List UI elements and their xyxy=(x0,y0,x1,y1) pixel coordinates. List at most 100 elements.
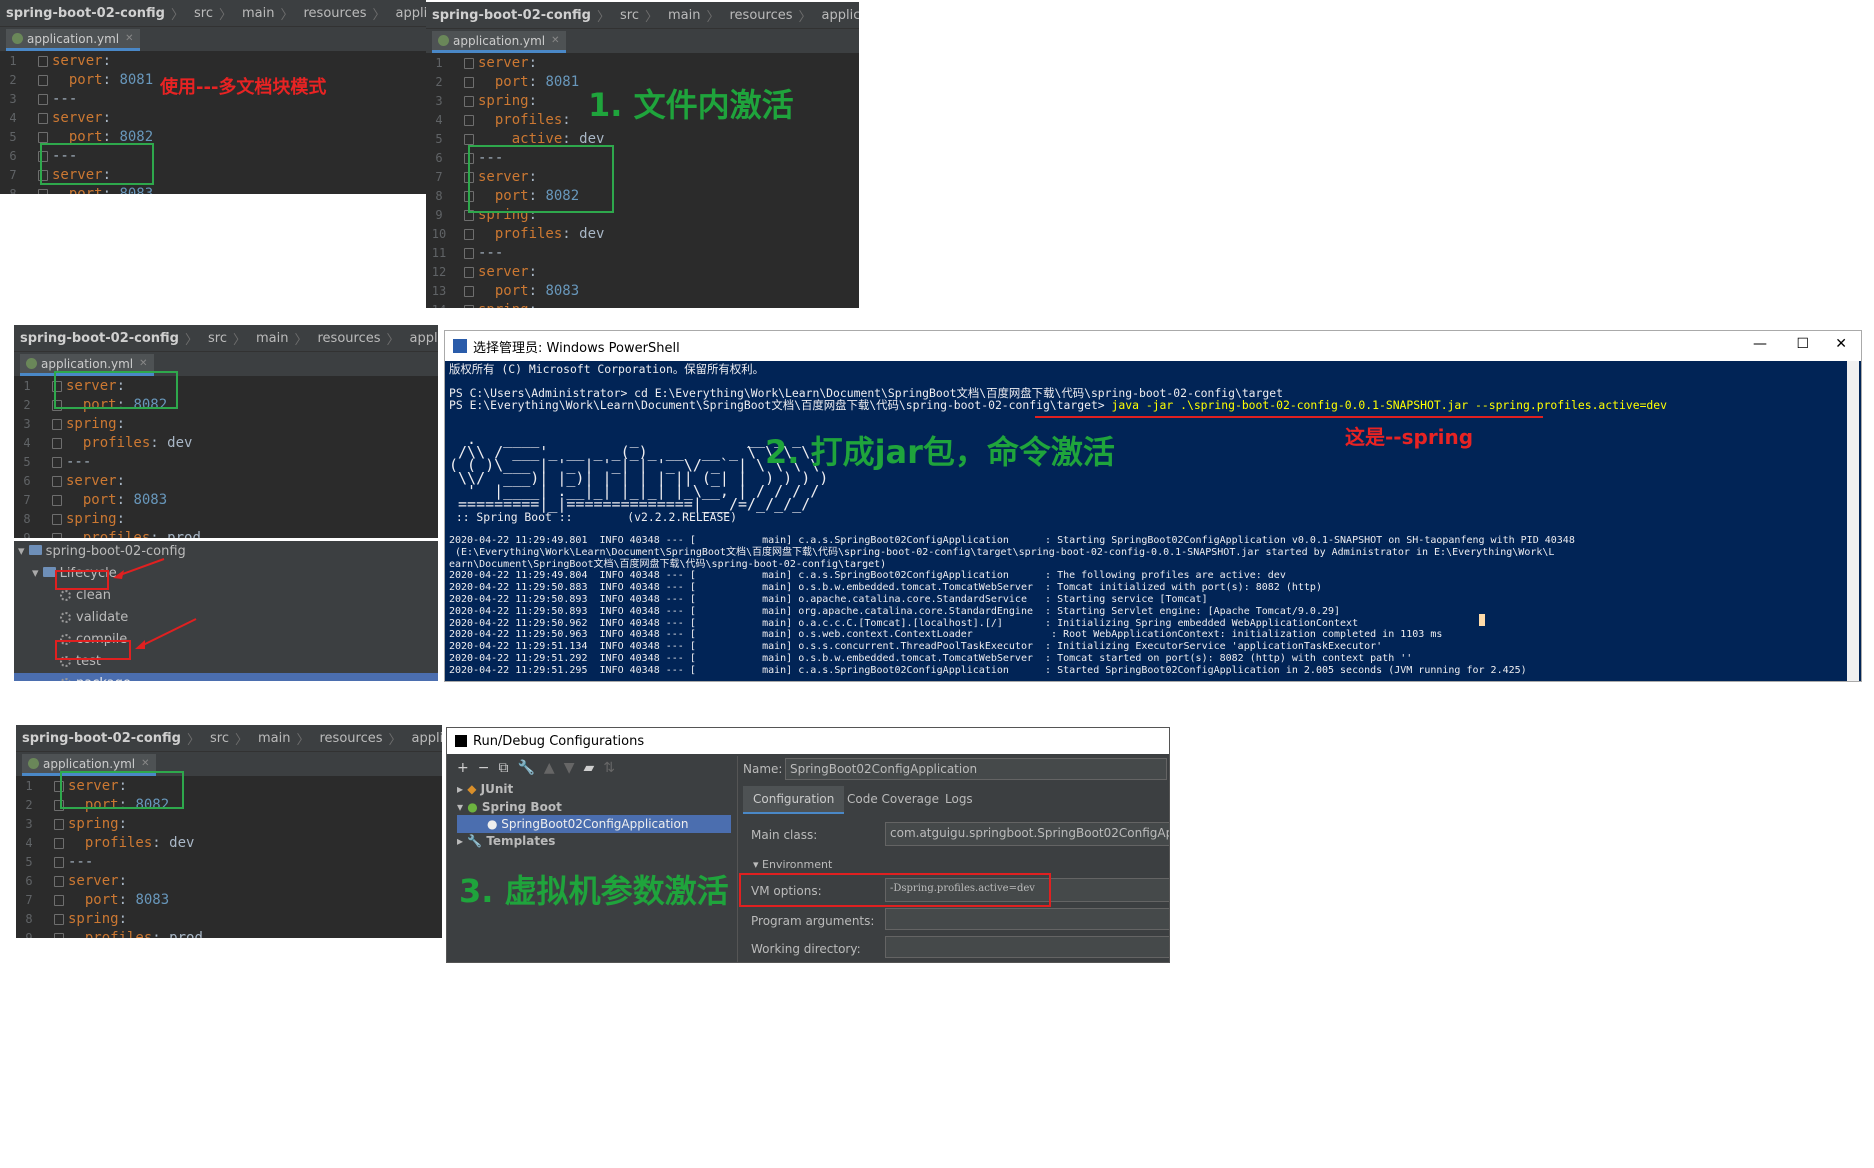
yaml-entry: spring: xyxy=(478,92,545,111)
breadcrumb-src[interactable]: src xyxy=(208,331,227,346)
fold-icon[interactable] xyxy=(462,244,474,263)
move-up-icon[interactable]: ▲ xyxy=(544,760,564,776)
breadcrumb-main[interactable]: main xyxy=(242,6,274,21)
main-class-input[interactable]: com.atguigu.springboot.SpringBoot02Confi… xyxy=(885,822,1169,846)
log-line: 2020-04-22 11:29:51.292 INFO 40348 --- [… xyxy=(449,653,1413,664)
fold-icon[interactable] xyxy=(462,301,474,308)
add-icon[interactable]: + xyxy=(457,760,478,776)
folder-icon[interactable]: ▰ xyxy=(583,760,603,776)
yaml-entry: port: 8083 xyxy=(68,891,169,910)
scrollbar[interactable] xyxy=(1847,361,1859,681)
tree-templates[interactable]: ▸ 🔧 Templates xyxy=(457,834,555,848)
yaml-colon: : xyxy=(102,53,120,69)
log-line: 2020-04-22 11:29:50.893 INFO 40348 --- [… xyxy=(449,594,1208,605)
breadcrumb-project[interactable]: spring-boot-02-config xyxy=(20,331,179,346)
fold-icon[interactable] xyxy=(52,891,64,910)
program-arguments-input[interactable] xyxy=(885,908,1169,930)
close-icon[interactable]: ✕ xyxy=(139,358,147,369)
fold-icon[interactable] xyxy=(50,510,62,529)
close-icon[interactable]: ✕ xyxy=(141,758,149,769)
fold-icon[interactable] xyxy=(462,73,474,92)
breadcrumb-file[interactable]: application.yml xyxy=(412,731,442,746)
tree-springboot[interactable]: ▾ ● Spring Boot xyxy=(457,800,562,814)
line-number: 2 xyxy=(435,75,443,89)
fold-icon[interactable] xyxy=(50,415,62,434)
minimize-button[interactable]: — xyxy=(1753,336,1767,352)
fold-icon[interactable] xyxy=(36,52,48,71)
breadcrumb-resources[interactable]: resources xyxy=(303,6,366,21)
breadcrumb-main[interactable]: main xyxy=(258,731,290,746)
yaml-file-icon xyxy=(26,358,37,369)
working-directory-input[interactable] xyxy=(885,936,1169,958)
yaml-colon: : xyxy=(102,72,120,88)
fold-icon[interactable] xyxy=(50,491,62,510)
powershell-window[interactable]: 选择管理员: Windows PowerShell — ☐ ✕ 版权所有 (C)… xyxy=(444,330,1862,682)
breadcrumb-resources[interactable]: resources xyxy=(729,8,792,23)
fold-icon[interactable] xyxy=(462,111,474,130)
copy-icon[interactable]: ⧉ xyxy=(498,760,517,776)
fold-icon[interactable] xyxy=(462,263,474,282)
breadcrumb-resources[interactable]: resources xyxy=(319,731,382,746)
fold-icon[interactable] xyxy=(52,910,64,929)
tab-application-yml[interactable]: application.yml ✕ xyxy=(432,31,566,53)
tab-configuration-label: Configuration xyxy=(753,792,835,806)
breadcrumb-project[interactable]: spring-boot-02-config xyxy=(432,8,591,23)
breadcrumb: spring-boot-02-config 〉 src 〉 main 〉 resour… xyxy=(426,2,859,29)
breadcrumb-main[interactable]: main xyxy=(668,8,700,23)
cursor xyxy=(1479,614,1485,626)
close-button[interactable]: ✕ xyxy=(1835,336,1847,352)
tab-application-yml[interactable]: application.yml ✕ xyxy=(6,29,140,51)
powershell-console[interactable]: 版权所有 (C) Microsoft Corporation。保留所有权利。 P… xyxy=(445,361,1861,681)
close-icon[interactable]: ✕ xyxy=(551,35,559,46)
fold-icon[interactable] xyxy=(52,853,64,872)
breadcrumb-resources[interactable]: resources xyxy=(317,331,380,346)
breadcrumb-src[interactable]: src xyxy=(194,6,213,21)
fold-icon[interactable] xyxy=(462,225,474,244)
chevron-right-icon: ▸ xyxy=(457,782,468,796)
tab-configuration[interactable]: Configuration xyxy=(743,786,845,814)
fold-icon[interactable] xyxy=(36,185,48,194)
sort-icon[interactable]: ⇅ xyxy=(603,760,624,776)
remove-icon[interactable]: − xyxy=(478,760,499,776)
environment-section[interactable]: ▾ Environment xyxy=(753,858,832,871)
breadcrumb-project[interactable]: spring-boot-02-config xyxy=(6,6,165,21)
tab-logs[interactable]: Logs xyxy=(945,786,973,812)
fold-icon[interactable] xyxy=(52,815,64,834)
breadcrumb-src[interactable]: src xyxy=(210,731,229,746)
fold-icon[interactable] xyxy=(50,453,62,472)
fold-icon[interactable] xyxy=(50,529,62,538)
move-down-icon[interactable]: ▼ xyxy=(564,760,584,776)
fold-icon[interactable] xyxy=(50,434,62,453)
fold-icon[interactable] xyxy=(50,472,62,491)
fold-icon[interactable] xyxy=(462,92,474,111)
fold-icon[interactable] xyxy=(36,90,48,109)
fold-icon[interactable] xyxy=(52,872,64,891)
breadcrumb-project[interactable]: spring-boot-02-config xyxy=(22,731,181,746)
breadcrumb-main[interactable]: main xyxy=(256,331,288,346)
fold-icon[interactable] xyxy=(462,54,474,73)
yaml-entry: server: xyxy=(66,472,133,491)
breadcrumb-src[interactable]: src xyxy=(620,8,639,23)
tab-code-coverage[interactable]: Code Coverage xyxy=(847,786,939,812)
line-number: 5 xyxy=(435,132,443,146)
fold-icon[interactable] xyxy=(52,929,64,938)
code-line: 8 port: 8083 xyxy=(0,185,426,194)
name-input[interactable]: SpringBoot02ConfigApplication xyxy=(785,758,1167,780)
breadcrumb-file[interactable]: application.yml xyxy=(822,8,859,23)
breadcrumb-file[interactable]: application.yml xyxy=(396,6,426,21)
yaml-colon: : xyxy=(150,530,168,538)
fold-icon[interactable] xyxy=(36,109,48,128)
line-number: 3 xyxy=(23,417,31,431)
close-icon[interactable]: ✕ xyxy=(125,33,133,44)
tree-app-selected[interactable]: ● SpringBoot02ConfigApplication xyxy=(457,815,731,833)
code-line: 6 server: xyxy=(14,472,438,491)
maximize-button[interactable]: ☐ xyxy=(1796,336,1809,352)
wrench-icon[interactable]: 🔧 xyxy=(517,760,543,776)
fold-icon[interactable] xyxy=(462,282,474,301)
fold-icon[interactable] xyxy=(36,71,48,90)
fold-icon[interactable] xyxy=(52,834,64,853)
tree-junit[interactable]: ▸ ◆ JUnit xyxy=(457,782,513,796)
line-number: 2 xyxy=(25,798,33,812)
highlight-box xyxy=(54,371,178,409)
breadcrumb-file[interactable]: application.yml xyxy=(410,331,438,346)
